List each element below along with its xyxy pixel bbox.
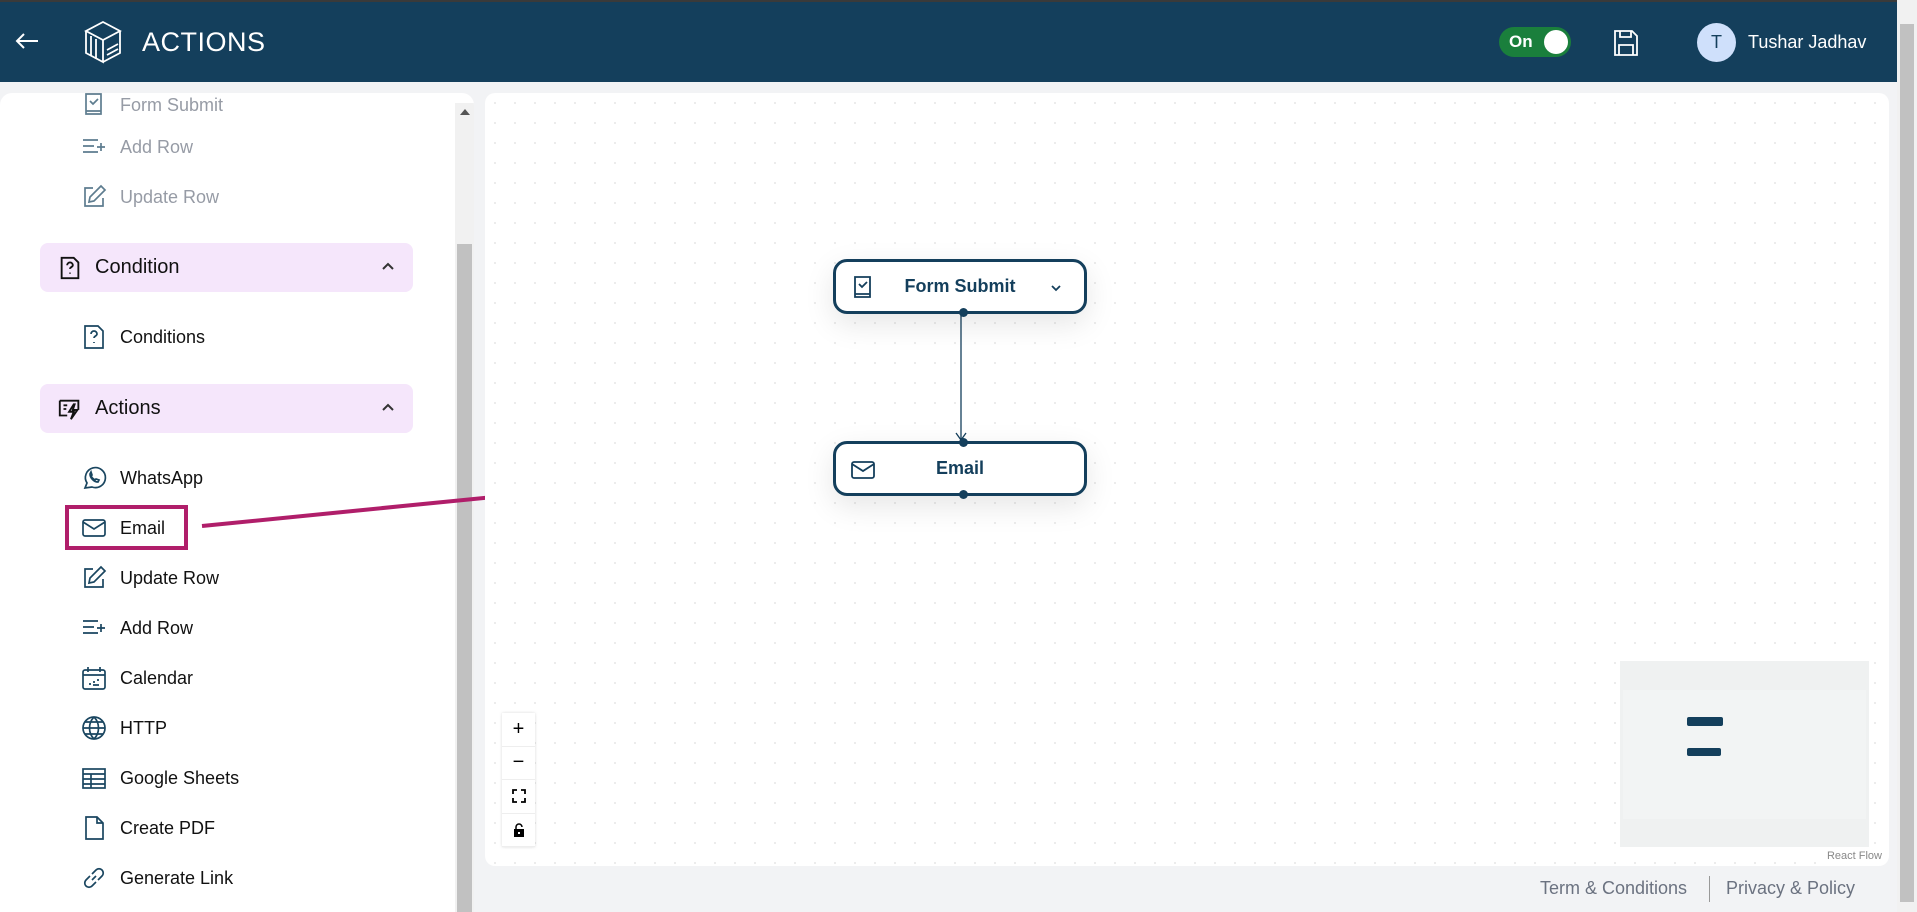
page-scrollbar[interactable]	[1897, 0, 1917, 912]
sidebar-scrollbar[interactable]	[455, 103, 474, 912]
sidebar-item-label: Add Row	[120, 617, 194, 638]
sidebar-item-label: HTTP	[120, 717, 167, 738]
sidebar-item-label: Create PDF	[120, 817, 216, 838]
sidebar-item-update-row[interactable]: Update Row	[80, 177, 219, 217]
sidebar: Form Submit Add Row Update Row Condition…	[0, 93, 474, 912]
edit-icon	[84, 184, 107, 207]
group-label: Actions	[95, 397, 161, 419]
lightning-icon	[58, 399, 80, 420]
react-flow-attribution[interactable]: React Flow	[1823, 848, 1885, 864]
minimap-node	[1687, 748, 1721, 756]
sidebar-item-label: Update Row	[120, 186, 220, 207]
sidebar-item-conditions[interactable]: Conditions	[80, 317, 205, 357]
page-title: ACTIONS	[142, 27, 266, 57]
sidebar-item-generate-link[interactable]: Generate Link	[80, 858, 233, 898]
sidebar-item-label: Add Row	[120, 136, 194, 157]
email-highlight-box	[65, 505, 188, 550]
sidebar-item-label: Form Submit	[120, 94, 224, 115]
toggle-label: On	[1509, 32, 1533, 51]
sidebar-item-calendar[interactable]: Calendar	[80, 658, 193, 698]
chevron-up-icon[interactable]	[381, 261, 395, 271]
group-actions[interactable]: Actions	[40, 384, 413, 433]
sidebar-item-label: Update Row	[120, 567, 220, 588]
sidebar-item-form-submit[interactable]: Form Submit	[80, 93, 223, 125]
app-header: ACTIONS On T Tushar Jadhav	[0, 2, 1897, 82]
group-label: Condition	[95, 256, 180, 278]
calendar-icon	[82, 667, 106, 690]
edit-icon	[84, 565, 107, 588]
sidebar-item-update-row[interactable]: Update Row	[80, 558, 219, 598]
scroll-up-arrow[interactable]	[460, 109, 470, 115]
back-arrow-icon[interactable]	[12, 26, 42, 56]
globe-icon	[82, 716, 106, 740]
sidebar-item-create-pdf[interactable]: Create PDF	[80, 808, 215, 848]
question-file-icon	[84, 325, 104, 349]
node-label: Form Submit	[904, 276, 1016, 296]
user-name[interactable]: Tushar Jadhav	[1748, 32, 1866, 53]
add-row-icon	[83, 620, 105, 634]
chevron-up-icon[interactable]	[381, 402, 395, 412]
zoom-out-button[interactable]: −	[502, 747, 535, 780]
form-icon	[85, 93, 102, 115]
flow-controls: + −	[502, 713, 535, 847]
sidebar-item-add-row[interactable]: Add Row	[80, 608, 193, 648]
node-label: Email	[935, 458, 985, 478]
sidebar-item-http[interactable]: HTTP	[80, 708, 167, 748]
link-icon	[83, 867, 105, 889]
lock-icon	[513, 823, 524, 837]
whatsapp-icon	[83, 466, 107, 490]
zoom-in-button[interactable]: +	[502, 713, 535, 747]
add-row-icon	[83, 139, 105, 153]
chevron-down-icon[interactable]	[1050, 284, 1062, 292]
sidebar-scrollbar-thumb[interactable]	[457, 244, 472, 912]
minimap[interactable]	[1620, 661, 1869, 847]
node-email[interactable]: Email	[833, 438, 1087, 499]
table-icon	[82, 768, 106, 789]
flow-canvas[interactable]: Form Submit Email + − React Flow	[485, 93, 1889, 866]
sidebar-item-google-sheets[interactable]: Google Sheets	[80, 758, 239, 798]
sidebar-item-whatsapp[interactable]: WhatsApp	[80, 458, 203, 498]
terms-link[interactable]: Term & Conditions	[1540, 878, 1687, 899]
source-handle[interactable]	[959, 490, 968, 499]
fit-view-button[interactable]	[502, 780, 535, 814]
sidebar-item-label: Calendar	[120, 667, 194, 688]
source-handle[interactable]	[959, 308, 968, 317]
node-form-submit[interactable]: Form Submit	[833, 259, 1087, 317]
sidebar-item-label: Conditions	[120, 326, 206, 347]
page-scrollbar-thumb[interactable]	[1900, 24, 1914, 902]
sidebar-item-label: Generate Link	[120, 867, 234, 888]
avatar[interactable]: T	[1697, 23, 1736, 62]
logo-cube-icon	[84, 20, 122, 64]
footer-divider	[1709, 876, 1710, 902]
minimap-node	[1687, 717, 1723, 726]
save-icon[interactable]	[1612, 28, 1640, 58]
question-file-icon	[60, 256, 80, 279]
sidebar-item-label: Google Sheets	[120, 767, 240, 788]
fit-view-icon	[511, 789, 526, 804]
toggle-knob	[1544, 30, 1568, 54]
privacy-link[interactable]: Privacy & Policy	[1726, 878, 1855, 899]
target-handle[interactable]	[959, 438, 968, 447]
minimap-viewport	[1623, 690, 1866, 819]
lock-button[interactable]	[502, 814, 535, 847]
sidebar-item-add-row[interactable]: Add Row	[80, 127, 193, 167]
sidebar-item-label: WhatsApp	[120, 467, 204, 488]
file-icon	[85, 816, 104, 840]
active-toggle[interactable]: On	[1499, 27, 1571, 57]
group-condition[interactable]: Condition	[40, 243, 413, 292]
